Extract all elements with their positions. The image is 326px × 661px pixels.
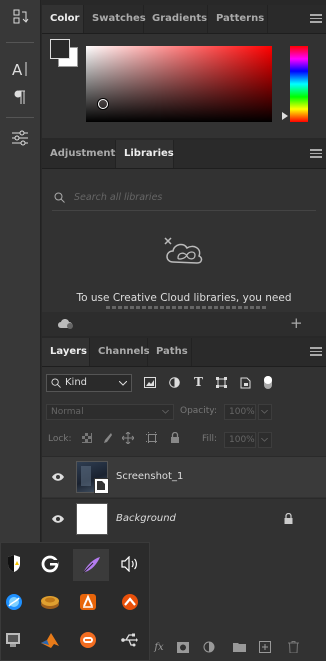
layer-name[interactable]: Background bbox=[116, 513, 176, 524]
adjustment-layer-filter-icon[interactable] bbox=[169, 377, 180, 388]
tab-libraries[interactable]: Libraries bbox=[116, 140, 174, 168]
usb-icon[interactable] bbox=[117, 627, 143, 653]
filter-toggle[interactable] bbox=[264, 376, 272, 389]
libraries-panel: Adjustments Libraries Search all librari… bbox=[42, 140, 326, 336]
tab-patterns[interactable]: Patterns bbox=[208, 5, 268, 33]
eye-icon[interactable] bbox=[51, 514, 65, 524]
opacity-label: Opacity: bbox=[180, 406, 217, 416]
lock-label: Lock: bbox=[48, 434, 72, 444]
tool-divider bbox=[6, 42, 34, 43]
layer-row[interactable]: Background bbox=[42, 498, 326, 539]
hue-slider-handle[interactable] bbox=[282, 112, 288, 120]
chevron-down-icon bbox=[119, 381, 127, 386]
tool-divider bbox=[6, 117, 34, 118]
system-tray-overflow bbox=[0, 542, 150, 661]
properties-panel-icon[interactable] bbox=[8, 127, 32, 149]
orange-up-icon[interactable] bbox=[117, 589, 143, 615]
type-layer-filter-icon[interactable]: T bbox=[194, 375, 203, 389]
search-icon bbox=[54, 192, 65, 203]
eye-icon[interactable] bbox=[51, 472, 65, 482]
smart-object-filter-icon[interactable] bbox=[240, 377, 251, 389]
matlab-icon[interactable] bbox=[37, 627, 63, 653]
layer-thumbnail bbox=[76, 461, 109, 494]
layer-name[interactable]: Screenshot_1 bbox=[116, 471, 183, 482]
fill-label: Fill: bbox=[202, 434, 218, 444]
group-folder-icon[interactable] bbox=[232, 640, 246, 654]
blend-mode-dropdown[interactable]: Normal bbox=[46, 404, 174, 420]
feather-app-icon[interactable] bbox=[73, 549, 109, 581]
paragraph-panel-icon[interactable] bbox=[8, 86, 32, 108]
orange-circle-app-icon[interactable] bbox=[75, 627, 101, 653]
layer-thumbnail bbox=[76, 503, 108, 535]
search-icon bbox=[51, 378, 61, 388]
cloud-status-icon[interactable] bbox=[57, 317, 75, 330]
color-picker-handle[interactable] bbox=[98, 99, 108, 109]
tab-layers[interactable]: Layers bbox=[42, 338, 90, 366]
hue-slider[interactable] bbox=[290, 46, 308, 122]
foreground-color-swatch[interactable] bbox=[50, 39, 70, 59]
speaker-icon[interactable] bbox=[117, 551, 143, 577]
search-input[interactable]: Search all libraries bbox=[74, 192, 162, 203]
panel-menu-icon[interactable] bbox=[310, 347, 322, 357]
panel-menu-icon[interactable] bbox=[310, 14, 322, 24]
svg-text:A: A bbox=[12, 61, 23, 78]
lock-position-icon[interactable] bbox=[122, 432, 134, 444]
trash-icon[interactable] bbox=[286, 640, 300, 654]
saturation-value-field[interactable] bbox=[86, 46, 272, 122]
tab-color[interactable]: Color bbox=[42, 5, 84, 33]
layer-row[interactable]: Screenshot_1 bbox=[42, 456, 326, 497]
smart-object-badge-icon bbox=[97, 481, 105, 490]
shape-layer-filter-icon[interactable] bbox=[216, 377, 227, 388]
character-panel-icon[interactable]: A bbox=[8, 58, 32, 80]
creative-cloud-disconnected-icon bbox=[161, 236, 207, 273]
blend-mode-value: Normal bbox=[51, 407, 84, 417]
add-mask-icon[interactable] bbox=[176, 640, 190, 654]
libraries-message: To use Creative Cloud libraries, you nee… bbox=[76, 292, 292, 304]
tab-adjustments[interactable]: Adjustments bbox=[42, 140, 121, 168]
fill-input[interactable]: 100% bbox=[224, 432, 256, 448]
color-panel-tabs: Color Swatches Gradients Patterns bbox=[42, 5, 326, 34]
color-panel-body bbox=[42, 33, 326, 138]
libraries-panel-tabs: Adjustments Libraries bbox=[42, 140, 326, 169]
lock-transparent-pixels-icon[interactable] bbox=[82, 433, 92, 443]
layers-panel-tabs: Layers Channels Paths bbox=[42, 338, 326, 367]
tab-paths[interactable]: Paths bbox=[148, 338, 192, 366]
monitor-icon[interactable] bbox=[1, 627, 27, 653]
lock-icon bbox=[284, 513, 293, 524]
filter-kind-label: Kind bbox=[65, 377, 88, 388]
new-layer-icon[interactable] bbox=[258, 640, 272, 654]
pixel-layer-filter-icon[interactable] bbox=[144, 377, 156, 388]
lock-all-icon[interactable] bbox=[170, 432, 180, 444]
chevron-down-icon bbox=[162, 410, 169, 414]
opacity-dropdown[interactable] bbox=[258, 404, 272, 420]
color-panel: Color Swatches Gradients Patterns bbox=[42, 5, 326, 138]
libraries-footer: + bbox=[42, 312, 326, 336]
chevron-down-icon bbox=[261, 438, 268, 442]
blue-app-icon[interactable] bbox=[1, 589, 27, 615]
add-icon[interactable]: + bbox=[290, 314, 303, 332]
history-panel-icon[interactable] bbox=[8, 6, 32, 28]
library-search-bar[interactable]: Search all libraries bbox=[52, 186, 316, 211]
adjustment-layer-icon[interactable] bbox=[202, 640, 216, 654]
lock-image-pixels-icon[interactable] bbox=[102, 432, 112, 444]
tab-swatches[interactable]: Swatches bbox=[84, 5, 146, 33]
google-icon[interactable] bbox=[37, 551, 63, 577]
coins-app-icon[interactable] bbox=[37, 589, 63, 615]
shield-alert-icon[interactable] bbox=[1, 551, 27, 577]
chevron-down-icon bbox=[261, 410, 268, 414]
fx-button[interactable]: fx bbox=[152, 640, 166, 654]
panel-menu-icon[interactable] bbox=[310, 149, 322, 159]
tab-gradients[interactable]: Gradients bbox=[144, 5, 208, 33]
opacity-input[interactable]: 100% bbox=[224, 404, 256, 420]
layer-filter-kind-dropdown[interactable]: Kind bbox=[46, 374, 132, 392]
fill-dropdown[interactable] bbox=[258, 432, 272, 448]
orange-slide-app-icon[interactable] bbox=[75, 589, 101, 615]
lock-artboard-icon[interactable] bbox=[146, 432, 158, 444]
tab-channels[interactable]: Channels bbox=[90, 338, 150, 366]
